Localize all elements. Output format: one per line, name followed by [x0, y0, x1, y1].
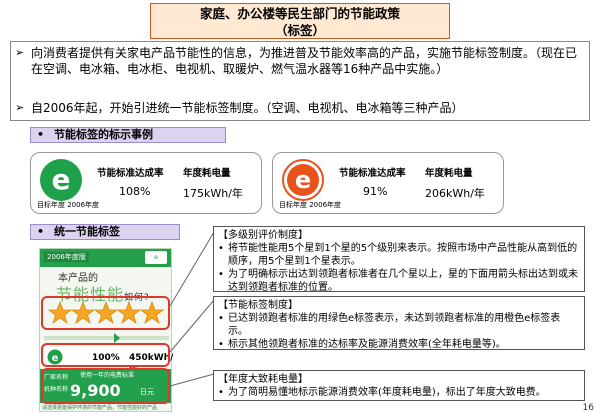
label-year-tag: 2006年度版 — [44, 252, 89, 262]
desc-annual-cost: 【年度大致耗电量】 为了简明易懂地标示能源消费效率(年度耗电量)，标出了年度大致… — [213, 370, 585, 401]
section-label-text: 节能标签的标示事例 — [54, 128, 154, 141]
desc-label-system: 【节能标签制度】 已达到领跑者标准的用绿色e标签表示，未达到领跑者标准的用橙色e… — [213, 296, 585, 351]
label-header-band: 2006年度版 e — [40, 249, 171, 267]
eco-logo-icon: e — [145, 251, 167, 264]
intro-bullet-text: 自2006年起，开始引进统一节能标签制度。（空调、电视机、电冰箱等三种产品） — [31, 101, 464, 115]
rate-header: 节能标准达成率 — [97, 168, 164, 179]
desc-header: 【年度大致耗电量】 — [218, 374, 308, 385]
power-value: 206kWh/年 — [425, 187, 485, 200]
section-label-text: 统一节能标签 — [54, 225, 121, 238]
svg-text:e: e — [52, 163, 71, 196]
desc-header: 【多级别评价制度】 — [218, 230, 308, 241]
rating-scale-bar — [44, 333, 169, 343]
desc-item: 为了简明易懂地标示能源消费效率(年度耗电量)，标出了年度大致电费。 — [218, 386, 580, 399]
desc-item: 已达到领跑者标准的用绿色e标签表示，未达到领跑者标准的用橙色e标签表示。 — [218, 312, 580, 338]
intro-box: ➢ 向消费者提供有关家电产品节能性的信息，为推进普及节能效率高的产品，实施节能标… — [10, 41, 590, 121]
arrow-bullet-icon: ➢ — [15, 46, 25, 59]
energy-label-card-green: e 目标年度 2006年度 节能标准达成率 年度耗电量 108% 175kWh/… — [30, 152, 262, 214]
orange-e-mark-icon: e — [282, 159, 324, 201]
target-year-text: 目标年度 2006年度 — [37, 201, 100, 209]
highlight-stars — [41, 296, 170, 330]
desc-multilevel-rating: 【多级别评价制度】 将节能性能用5个星到1个星的5个级别来表示。按照市场中产品性… — [213, 226, 585, 294]
arrow-bullet-icon: ➢ — [15, 101, 25, 114]
section-dot: • — [37, 225, 45, 238]
svg-text:e: e — [295, 166, 311, 194]
intro-bullet-text: 向消费者提供有关家电产品节能性的信息，为推进普及节能效率高的产品，实施节能标签制… — [31, 46, 578, 76]
intro-bullet-1: ➢ 向消费者提供有关家电产品节能性的信息，为推进普及节能效率高的产品，实施节能标… — [15, 45, 587, 77]
section-dot: • — [37, 128, 45, 141]
energy-label-card-orange: e 目标年度 2006年度 节能标准达成率 年度耗电量 91% 206kWh/年 — [272, 152, 504, 214]
rate-header: 节能标准达成率 — [339, 168, 406, 179]
power-header: 年度耗电量 — [183, 168, 231, 179]
title-line1: 家庭、办公楼等民生部门的节能政策 — [199, 6, 400, 21]
desc-item: 标示其他领跑者标准的达标率及能源消费效率(全年耗电量等)。 — [218, 338, 580, 351]
section-label-unified: • 统一节能标签 — [30, 224, 180, 240]
power-value: 175kWh/年 — [183, 187, 243, 200]
title-line2: （标签） — [274, 23, 325, 38]
highlight-cost — [41, 368, 170, 404]
page-number: 16 — [582, 403, 594, 413]
desc-header: 【节能标签制度】 — [218, 300, 298, 311]
section-label-examples: • 节能标签的标示事例 — [30, 127, 226, 143]
highlight-values — [41, 343, 170, 367]
page-title: 家庭、办公楼等民生部门的节能政策 （标签） — [150, 3, 450, 39]
intro-bullet-2: ➢ 自2006年起，开始引进统一节能标签制度。（空调、电视机、电冰箱等三种产品） — [15, 100, 587, 116]
green-e-mark-icon: e — [40, 159, 82, 201]
target-year-text: 目标年度 2006年度 — [279, 201, 342, 209]
label-footnote: 请选择更能保护环境的节能产品，节能性能好的产品 — [42, 405, 158, 411]
rate-value: 91% — [363, 185, 388, 198]
desc-item: 将节能性能用5个星到1个星的5个级别来表示。按照市场中产品性能从高到低的顺序，用… — [218, 242, 580, 268]
power-header: 年度耗电量 — [425, 168, 473, 179]
rate-value: 108% — [119, 185, 151, 198]
desc-item: 为了明确标示出达到领跑者标准者在几个星以上，星的下面用箭头标出达到或未达到领跑者… — [218, 268, 580, 294]
